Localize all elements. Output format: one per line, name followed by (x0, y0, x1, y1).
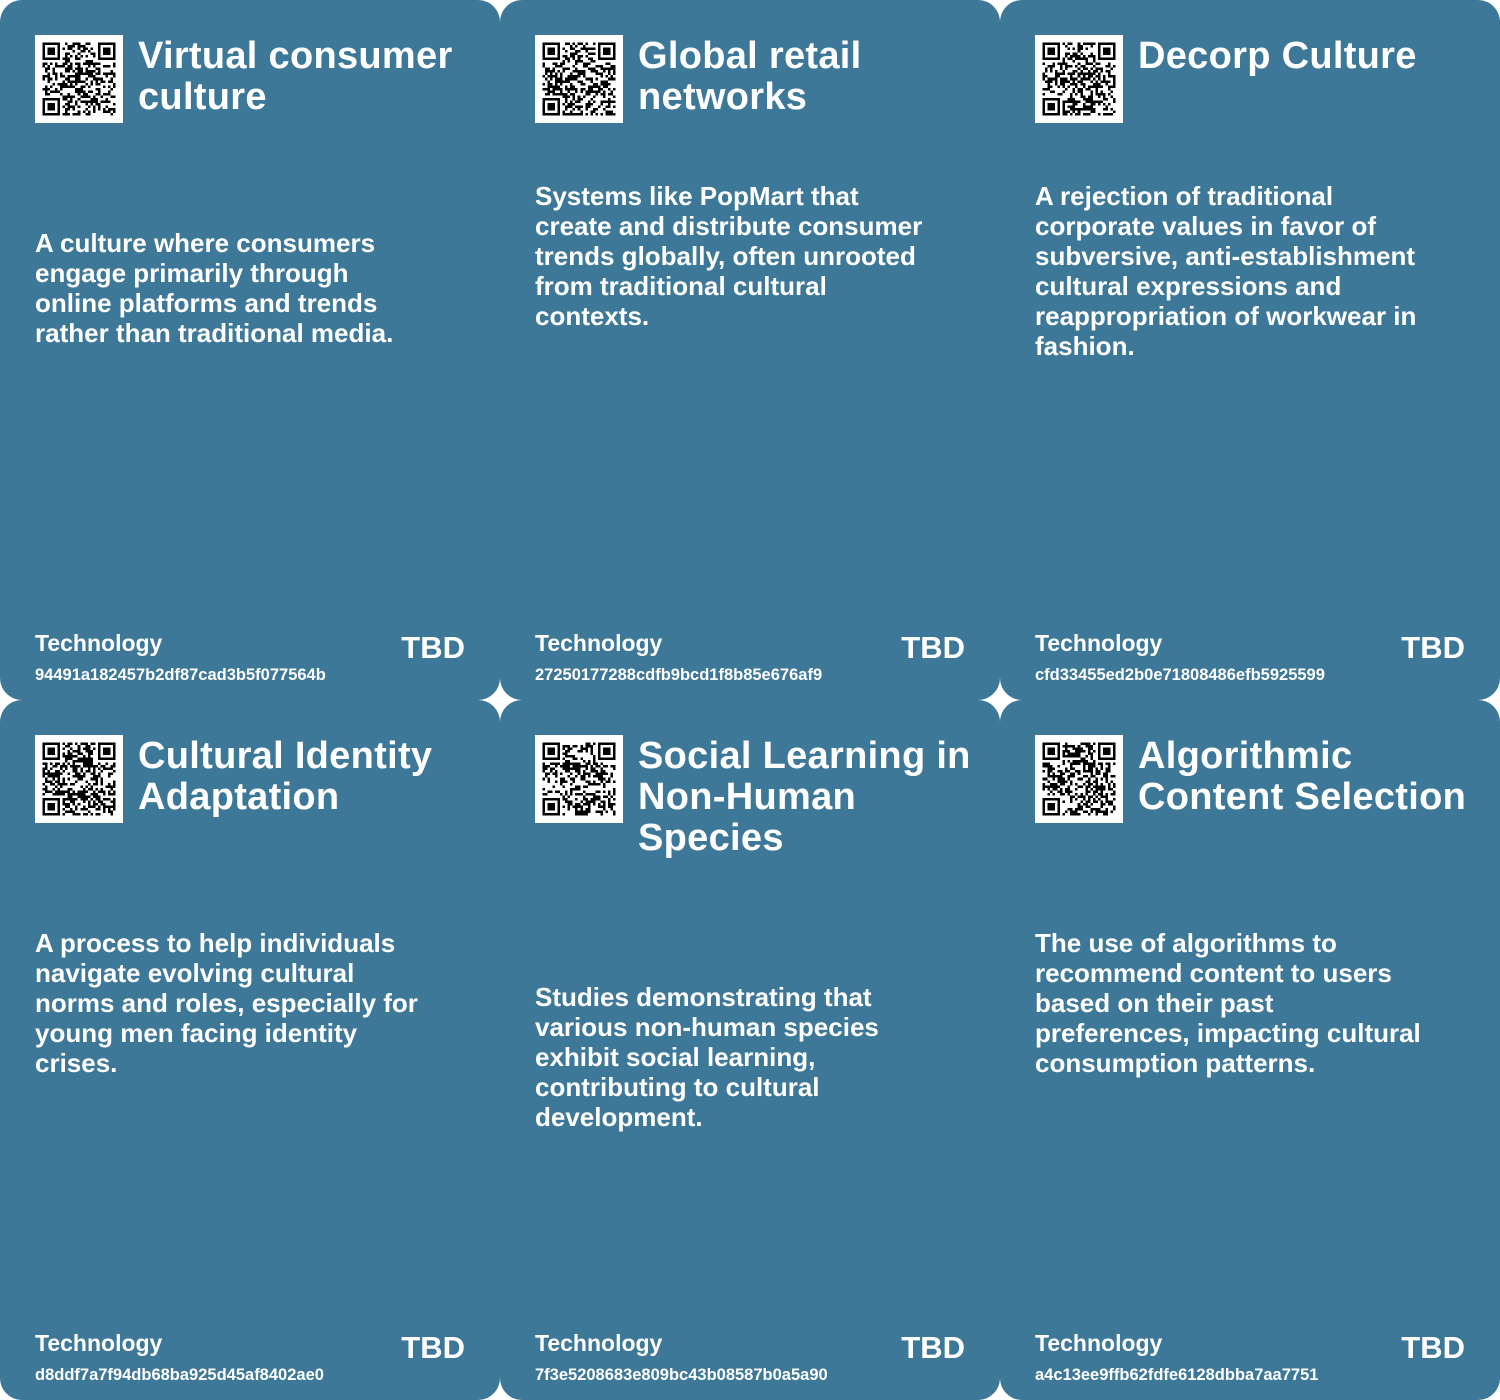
qr-code-icon (535, 735, 623, 823)
card-description: A culture where consumers engage primari… (35, 228, 394, 348)
qr-code-graphic (535, 735, 623, 823)
card-category: Technology (1035, 1330, 1163, 1356)
card[interactable]: Cultural Identity Adaptation A process t… (0, 700, 500, 1400)
card[interactable]: Social Learning in Non-Human Species Stu… (500, 700, 1000, 1400)
card-description: A rejection of traditional corporate val… (1035, 181, 1417, 361)
card-description: Systems like PopMart that create and dis… (535, 181, 923, 331)
card-hash: 7f3e5208683e809bc43b08587b0a5a90 (535, 1366, 828, 1384)
card[interactable]: Virtual consumer culture A culture where… (0, 0, 500, 700)
qr-code-icon (35, 735, 123, 823)
card-hash: d8ddf7a7f94db68ba925d45af8402ae0 (35, 1366, 324, 1384)
qr-code-graphic (1035, 735, 1123, 823)
card-hash: cfd33455ed2b0e71808486efb5925599 (1035, 666, 1325, 684)
card[interactable]: Algorithmic Content Selection The use of… (1000, 700, 1500, 1400)
card-description: Studies demonstrating that various non-h… (535, 982, 879, 1132)
qr-code-icon (535, 35, 623, 123)
card-category: Technology (35, 630, 163, 656)
card-category: Technology (35, 1330, 163, 1356)
card-status: TBD (1401, 1330, 1465, 1365)
card-status: TBD (1401, 630, 1465, 665)
card-status: TBD (401, 630, 465, 665)
card-title: Global retail networks (638, 35, 862, 118)
card-status: TBD (401, 1330, 465, 1365)
card-description: A process to help individuals navigate e… (35, 928, 418, 1078)
card-title: Social Learning in Non-Human Species (638, 735, 971, 859)
card-category: Technology (535, 1330, 663, 1356)
qr-code-graphic (35, 735, 123, 823)
card-status: TBD (901, 630, 965, 665)
qr-code-icon (1035, 35, 1123, 123)
qr-code-icon (35, 35, 123, 123)
card-title: Decorp Culture (1138, 35, 1417, 77)
card-category: Technology (1035, 630, 1163, 656)
qr-code-graphic (35, 35, 123, 123)
card[interactable]: Global retail networks Systems like PopM… (500, 0, 1000, 700)
qr-code-graphic (535, 35, 623, 123)
card-hash: a4c13ee9ffb62fdfe6128dbba7aa7751 (1035, 1366, 1319, 1384)
card-category: Technology (535, 630, 663, 656)
card[interactable]: Decorp Culture A rejection of traditiona… (1000, 0, 1500, 700)
card-hash: 27250177288cdfb9bcd1f8b85e676af9 (535, 666, 823, 684)
card-status: TBD (901, 1330, 965, 1365)
card-title: Virtual consumer culture (138, 35, 453, 118)
qr-code-graphic (1035, 35, 1123, 123)
card-title: Cultural Identity Adaptation (138, 735, 433, 818)
card-grid: Virtual consumer culture A culture where… (0, 0, 1500, 1400)
card-hash: 94491a182457b2df87cad3b5f077564b (35, 666, 326, 684)
card-description: The use of algorithms to recommend conte… (1035, 928, 1421, 1078)
qr-code-icon (1035, 735, 1123, 823)
card-title: Algorithmic Content Selection (1138, 735, 1467, 818)
